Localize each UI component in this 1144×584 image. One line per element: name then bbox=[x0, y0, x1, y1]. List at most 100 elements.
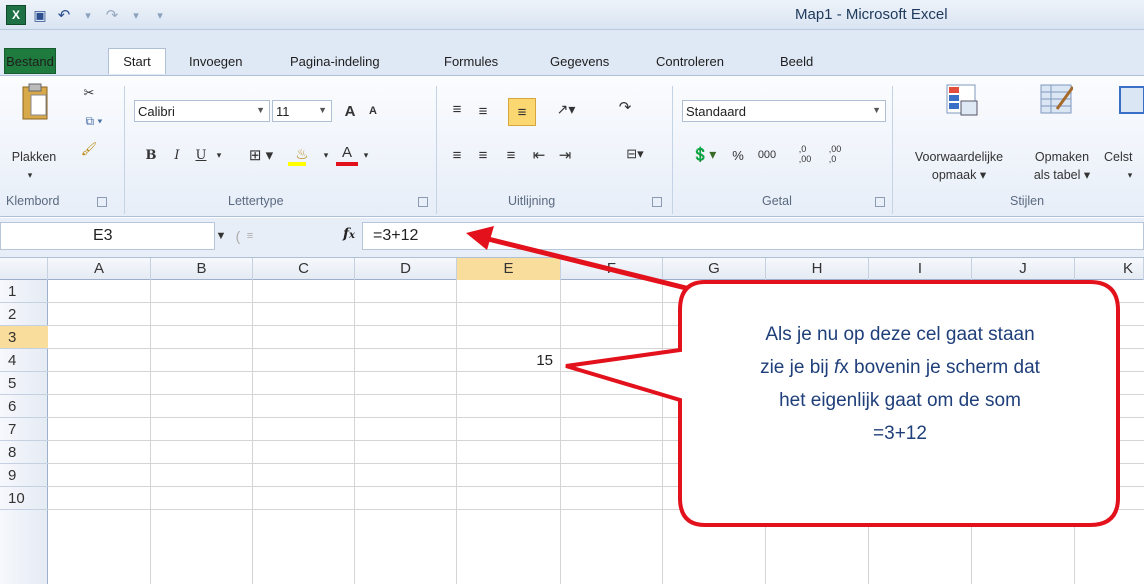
tab-pagina-indeling[interactable]: Pagina-indeling bbox=[290, 48, 380, 74]
decrease-decimal-icon[interactable]: ,00,0 bbox=[822, 142, 848, 166]
paste-label[interactable]: Plakken bbox=[4, 148, 64, 166]
paste-icon[interactable] bbox=[18, 82, 52, 122]
fill-color-button[interactable]: ♨ bbox=[284, 142, 320, 166]
copy-icon[interactable]: ⧉ ▾ bbox=[80, 112, 108, 130]
row-header[interactable]: 6 bbox=[0, 395, 48, 418]
row-header[interactable]: 2 bbox=[0, 303, 48, 326]
cell-e3[interactable]: 15 bbox=[456, 349, 557, 372]
callout-line-2-text: zie je bij fx bovenin je scherm dat bbox=[760, 357, 1040, 378]
undo-icon[interactable]: ↶ bbox=[54, 5, 74, 25]
font-color-button[interactable]: A bbox=[336, 142, 358, 166]
bold-button[interactable]: B bbox=[140, 144, 162, 166]
align-top-icon[interactable]: ≡ bbox=[446, 98, 468, 120]
percent-button[interactable]: % bbox=[728, 144, 748, 166]
number-launcher-icon[interactable] bbox=[875, 197, 885, 207]
italic-button[interactable]: I bbox=[166, 144, 188, 166]
column-header[interactable]: J bbox=[972, 258, 1075, 280]
clipboard-launcher-icon[interactable] bbox=[97, 197, 107, 207]
column-header[interactable]: K bbox=[1075, 258, 1144, 280]
format-as-table-label-2[interactable]: als tabel ▾ bbox=[1022, 166, 1102, 184]
row-header[interactable]: 8 bbox=[0, 441, 48, 464]
wrap-text-icon[interactable]: ↷ bbox=[614, 96, 636, 118]
name-box[interactable]: E3 bbox=[0, 222, 215, 250]
fill-color-dropdown-icon[interactable]: ▾ bbox=[320, 144, 332, 166]
row-header[interactable]: 1 bbox=[0, 280, 48, 303]
thousands-button[interactable]: 000 bbox=[752, 144, 782, 166]
conditional-formatting-label[interactable]: Voorwaardelijke bbox=[896, 148, 1022, 166]
row-header[interactable]: 7 bbox=[0, 418, 48, 441]
cell-styles-icon[interactable] bbox=[1116, 82, 1144, 118]
row-header[interactable]: 9 bbox=[0, 464, 48, 487]
cut-icon[interactable]: ✂ bbox=[80, 84, 98, 102]
excel-logo-icon[interactable]: X bbox=[6, 5, 26, 25]
align-center-icon[interactable]: ≡ bbox=[472, 144, 494, 166]
align-right-icon[interactable]: ≡ bbox=[500, 144, 522, 166]
increase-indent-icon[interactable]: ⇥ bbox=[554, 144, 576, 166]
tab-controleren[interactable]: Controleren bbox=[656, 48, 724, 74]
font-color-dropdown-icon[interactable]: ▾ bbox=[360, 144, 372, 166]
underline-button[interactable]: U bbox=[190, 144, 212, 166]
column-header[interactable]: H bbox=[766, 258, 869, 280]
column-header[interactable]: F bbox=[561, 258, 663, 280]
fill-color-swatch bbox=[288, 162, 306, 166]
group-label-stijlen: Stijlen bbox=[1010, 194, 1045, 208]
row-header[interactable]: 3 bbox=[0, 326, 48, 349]
column-headers: A B C D E F G H I J K bbox=[0, 258, 1144, 280]
tab-start[interactable]: Start bbox=[108, 48, 166, 74]
cancel-icon[interactable]: ≡ bbox=[244, 226, 256, 246]
borders-button[interactable]: ⊞ ▾ bbox=[244, 144, 278, 166]
tab-gegevens[interactable]: Gegevens bbox=[550, 48, 609, 74]
decrease-indent-icon[interactable]: ⇤ bbox=[528, 144, 550, 166]
shrink-font-button[interactable]: A bbox=[362, 100, 384, 122]
tab-bestand[interactable]: Bestand bbox=[4, 48, 56, 74]
currency-format-icon[interactable]: 💲▾ bbox=[684, 142, 724, 166]
column-header[interactable]: A bbox=[48, 258, 151, 280]
column-header[interactable]: D bbox=[355, 258, 457, 280]
customize-qat-icon[interactable]: ▾ bbox=[150, 5, 170, 25]
conditional-formatting-icon[interactable] bbox=[944, 82, 980, 118]
insert-function-icon[interactable]: fx bbox=[343, 226, 355, 242]
tab-invoegen[interactable]: Invoegen bbox=[189, 48, 243, 74]
tab-formules[interactable]: Formules bbox=[444, 48, 498, 74]
underline-dropdown-icon[interactable]: ▾ bbox=[213, 144, 225, 166]
grow-font-button[interactable]: A bbox=[339, 100, 361, 122]
row-header[interactable]: 10 bbox=[0, 487, 48, 510]
name-box-dropdown-icon[interactable]: ▼ bbox=[214, 228, 228, 244]
format-painter-icon[interactable]: 🖌 bbox=[80, 140, 98, 158]
row-header[interactable]: 5 bbox=[0, 372, 48, 395]
save-icon[interactable]: ▣ bbox=[30, 5, 50, 25]
format-as-table-label[interactable]: Opmaken bbox=[1022, 148, 1102, 166]
cell-styles-dropdown-icon[interactable]: ▾ bbox=[1124, 168, 1136, 182]
paste-dropdown-icon[interactable]: ▾ bbox=[20, 168, 40, 182]
select-all-corner[interactable] bbox=[0, 258, 48, 280]
font-launcher-icon[interactable] bbox=[418, 197, 428, 207]
cell-styles-label[interactable]: Celst bbox=[1104, 148, 1144, 166]
group-label-uitlijning: Uitlijning bbox=[508, 194, 556, 208]
format-as-table-icon[interactable] bbox=[1038, 82, 1074, 118]
orientation-icon[interactable]: ↗▾ bbox=[548, 98, 584, 120]
column-header[interactable]: E bbox=[457, 258, 561, 280]
number-format-combo[interactable]: Standaard ▼ bbox=[682, 100, 886, 122]
formula-input[interactable]: =3+12 bbox=[362, 222, 1144, 250]
undo-dropdown-icon[interactable]: ▾ bbox=[78, 5, 98, 25]
merge-center-icon[interactable]: ⊟▾ bbox=[616, 142, 654, 166]
redo-icon[interactable]: ↷ bbox=[102, 5, 122, 25]
title-bar: X ▣ ↶ ▾ ↷ ▾ ▾ Map1 - Microsoft Excel bbox=[0, 0, 1144, 30]
conditional-formatting-label-2[interactable]: opmaak ▾ bbox=[896, 166, 1022, 184]
column-header[interactable]: C bbox=[253, 258, 355, 280]
align-middle-icon[interactable]: ≡ bbox=[472, 100, 494, 122]
increase-decimal-icon[interactable]: ,0,00 bbox=[792, 142, 818, 166]
redo-dropdown-icon[interactable]: ▾ bbox=[126, 5, 146, 25]
tab-beeld[interactable]: Beeld bbox=[780, 48, 813, 74]
alignment-launcher-icon[interactable] bbox=[652, 197, 662, 207]
callout-text: Als je nu op deze cel gaat staan zie je … bbox=[690, 318, 1110, 450]
ribbon-tabs: Bestand Start Invoegen Pagina-indeling F… bbox=[0, 30, 1144, 76]
row-header[interactable]: 4 bbox=[0, 349, 48, 372]
font-size-combo[interactable]: 11 ▼ bbox=[272, 100, 332, 122]
font-name-combo[interactable]: Calibri ▼ bbox=[134, 100, 270, 122]
align-bottom-icon[interactable]: ≡ bbox=[508, 98, 536, 126]
column-header[interactable]: I bbox=[869, 258, 972, 280]
column-header[interactable]: G bbox=[663, 258, 766, 280]
align-left-icon[interactable]: ≡ bbox=[446, 144, 468, 166]
column-header[interactable]: B bbox=[151, 258, 253, 280]
